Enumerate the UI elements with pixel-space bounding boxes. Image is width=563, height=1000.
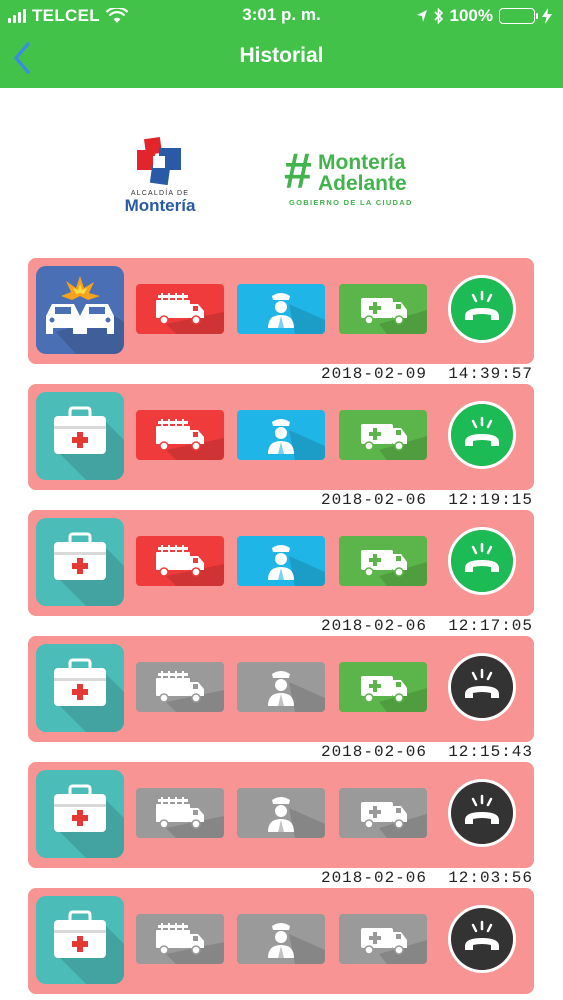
record-time: 12:19:15 bbox=[448, 491, 533, 509]
fire-truck-icon[interactable] bbox=[136, 788, 224, 838]
adelante-line-1: Montería bbox=[318, 151, 406, 174]
battery-percent: 100% bbox=[449, 6, 493, 25]
fire-truck-icon[interactable] bbox=[136, 536, 224, 586]
record-date: 2018-02-06 bbox=[320, 617, 427, 635]
police-officer-icon[interactable] bbox=[237, 662, 325, 712]
alcaldia-emblem-icon bbox=[137, 136, 181, 186]
police-officer-icon[interactable] bbox=[237, 410, 325, 460]
police-officer-icon[interactable] bbox=[237, 914, 325, 964]
logos-section: ALCALDÍA DE Montería # Montería Adelante… bbox=[0, 118, 563, 228]
status-bar: TELCEL 3:01 p. m. 100% bbox=[0, 0, 563, 32]
record-date: 2018-02-06 bbox=[320, 491, 427, 509]
history-record: 2018-02-06 12:17:05 bbox=[0, 510, 563, 636]
hashtag-symbol: # bbox=[284, 143, 312, 199]
adelante-line-2: Adelante bbox=[318, 172, 407, 195]
page-title: Historial bbox=[239, 44, 324, 67]
ambulance-icon[interactable] bbox=[339, 788, 427, 838]
phone-call-icon[interactable] bbox=[448, 653, 516, 721]
history-record: 2018-02-06 12:03:56 bbox=[0, 762, 563, 888]
record-card[interactable] bbox=[28, 510, 534, 616]
fire-truck-icon[interactable] bbox=[136, 662, 224, 712]
app-header: TELCEL 3:01 p. m. 100% Historial bbox=[0, 0, 563, 88]
fire-truck-icon[interactable] bbox=[136, 410, 224, 460]
record-timestamp: 2018-02-06 12:03:56 bbox=[321, 869, 533, 887]
record-time: 14:39:57 bbox=[448, 365, 533, 383]
fire-truck-icon[interactable] bbox=[136, 284, 224, 334]
history-record: 2018-02-06 12:15:43 bbox=[0, 636, 563, 762]
phone-call-icon[interactable] bbox=[448, 905, 516, 973]
battery-icon bbox=[499, 8, 538, 24]
record-date: 2018-02-06 bbox=[320, 869, 427, 887]
police-officer-icon[interactable] bbox=[237, 536, 325, 586]
record-time: 12:03:56 bbox=[448, 869, 533, 887]
record-date: 2018-02-09 bbox=[320, 365, 427, 383]
history-record: 2018-02-06 12:19:15 bbox=[0, 384, 563, 510]
record-card[interactable] bbox=[28, 888, 534, 994]
fire-truck-icon[interactable] bbox=[136, 914, 224, 964]
history-list: 2018-02-09 14:39:57 2018-02-06 12:19:15 20… bbox=[0, 258, 563, 1000]
police-officer-icon[interactable] bbox=[237, 788, 325, 838]
adelante-subtitle: GOBIERNO DE LA CIUDAD bbox=[289, 198, 413, 207]
alcaldia-logo: ALCALDÍA DE Montería bbox=[112, 136, 208, 226]
history-record bbox=[0, 888, 563, 1000]
nav-bar: Historial bbox=[0, 32, 563, 88]
ambulance-icon[interactable] bbox=[339, 914, 427, 964]
phone-call-icon[interactable] bbox=[448, 401, 516, 469]
record-timestamp: 2018-02-06 12:19:15 bbox=[321, 491, 533, 509]
record-card[interactable] bbox=[28, 762, 534, 868]
record-time: 12:15:43 bbox=[448, 743, 533, 761]
record-card[interactable] bbox=[28, 384, 534, 490]
record-date: 2018-02-06 bbox=[320, 743, 427, 761]
record-timestamp: 2018-02-06 12:15:43 bbox=[321, 743, 533, 761]
record-timestamp: 2018-02-06 12:17:05 bbox=[321, 617, 533, 635]
first-aid-kit-icon bbox=[36, 770, 124, 858]
ambulance-icon[interactable] bbox=[339, 410, 427, 460]
police-officer-icon[interactable] bbox=[237, 284, 325, 334]
bluetooth-icon bbox=[433, 8, 443, 24]
first-aid-kit-icon bbox=[36, 896, 124, 984]
record-card[interactable] bbox=[28, 258, 534, 364]
first-aid-kit-icon bbox=[36, 644, 124, 732]
record-timestamp: 2018-02-09 14:39:57 bbox=[321, 365, 533, 383]
charging-icon bbox=[542, 8, 552, 24]
phone-call-icon[interactable] bbox=[448, 779, 516, 847]
phone-call-icon[interactable] bbox=[448, 275, 516, 343]
history-record: 2018-02-09 14:39:57 bbox=[0, 258, 563, 384]
first-aid-kit-icon bbox=[36, 518, 124, 606]
location-icon bbox=[416, 10, 427, 22]
car-crash-icon bbox=[36, 266, 124, 354]
monteria-adelante-logo: # Montería Adelante GOBIERNO DE LA CIUDA… bbox=[284, 146, 434, 220]
phone-call-icon[interactable] bbox=[448, 527, 516, 595]
ambulance-icon[interactable] bbox=[339, 536, 427, 586]
alcaldia-city-text: Montería bbox=[124, 196, 196, 215]
first-aid-kit-icon bbox=[36, 392, 124, 480]
ambulance-icon[interactable] bbox=[339, 662, 427, 712]
ambulance-icon[interactable] bbox=[339, 284, 427, 334]
record-time: 12:17:05 bbox=[448, 617, 533, 635]
record-card[interactable] bbox=[28, 636, 534, 742]
